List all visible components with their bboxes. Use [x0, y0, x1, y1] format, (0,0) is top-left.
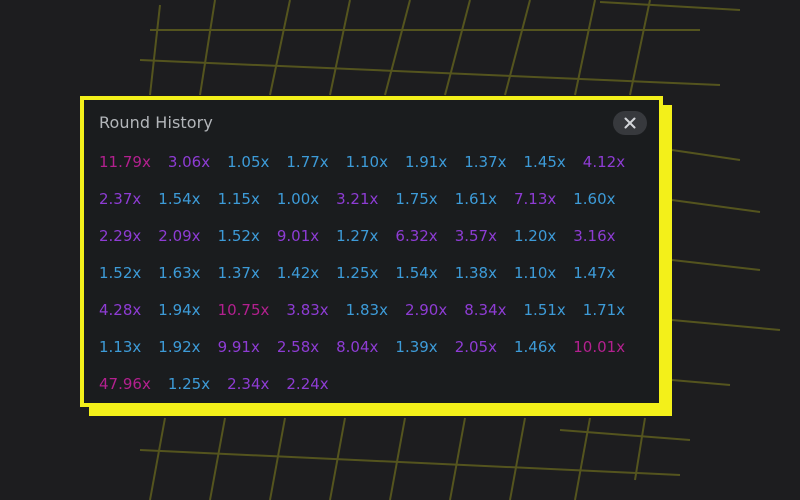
multiplier-value: 1.46x — [513, 338, 557, 356]
multiplier-value: 2.09x — [158, 227, 201, 245]
multiplier-value: 10.01x — [573, 338, 626, 356]
multiplier-row: 47.96x 1.25x 2.34x 2.24x — [99, 374, 639, 411]
multiplier-value: 3.83x — [286, 301, 329, 319]
multiplier-row: 1.13x 1.92x 9.91x 2.58x 8.04x 1.39x 2.05x 1.46x… — [99, 337, 639, 374]
multiplier-value: 3.57x — [454, 227, 497, 245]
multiplier-value: 1.25x — [336, 264, 379, 282]
multiplier-value: 1.91x — [404, 153, 448, 171]
multiplier-value: 1.37x — [217, 264, 260, 282]
multiplier-value: 1.47x — [573, 264, 616, 282]
multiplier-value: 1.52x — [99, 264, 142, 282]
multiplier-value: 4.12x — [582, 153, 626, 171]
multiplier-row: 11.79x 3.06x 1.05x 1.77x 1.10x 1.91x 1.37x 1.45… — [99, 152, 639, 189]
multiplier-value: 1.54x — [158, 190, 201, 208]
close-icon — [624, 117, 636, 129]
multiplier-value: 8.04x — [336, 338, 379, 356]
multiplier-value: 3.06x — [167, 153, 211, 171]
multiplier-value: 1.27x — [336, 227, 379, 245]
multiplier-value: 1.77x — [286, 153, 329, 171]
multiplier-grid: 11.79x 3.06x 1.05x 1.77x 1.10x 1.91x 1.37x 1.45… — [99, 152, 639, 411]
round-history-panel: Round History 11.79x 3.06x 1.05x 1.77x 1.10x… — [80, 96, 663, 407]
multiplier-value: 7.13x — [513, 190, 557, 208]
multiplier-value: 11.79x — [99, 153, 151, 171]
multiplier-value: 1.42x — [276, 264, 320, 282]
multiplier-value: 2.58x — [276, 338, 320, 356]
multiplier-value: 2.34x — [227, 375, 270, 393]
multiplier-value: 1.13x — [99, 338, 142, 356]
panel-title: Round History — [99, 113, 213, 132]
multiplier-value: 3.21x — [336, 190, 379, 208]
multiplier-value: 1.51x — [523, 301, 566, 319]
multiplier-value: 1.60x — [573, 190, 616, 208]
multiplier-value: 1.25x — [167, 375, 211, 393]
multiplier-value: 1.15x — [217, 190, 260, 208]
multiplier-value: 1.83x — [345, 301, 388, 319]
multiplier-value: 1.94x — [158, 301, 201, 319]
multiplier-value: 1.39x — [395, 338, 438, 356]
multiplier-value: 1.05x — [227, 153, 270, 171]
multiplier-value: 10.75x — [217, 301, 270, 319]
multiplier-value: 9.01x — [276, 227, 320, 245]
multiplier-value: 1.20x — [513, 227, 557, 245]
multiplier-value: 47.96x — [99, 375, 151, 393]
multiplier-value: 8.34x — [464, 301, 507, 319]
multiplier-value: 6.32x — [395, 227, 438, 245]
multiplier-value: 1.37x — [464, 153, 507, 171]
multiplier-value: 1.38x — [454, 264, 497, 282]
multiplier-value: 1.63x — [158, 264, 201, 282]
multiplier-value: 1.00x — [276, 190, 320, 208]
multiplier-value: 2.90x — [404, 301, 448, 319]
multiplier-value: 1.92x — [158, 338, 201, 356]
multiplier-value: 3.16x — [573, 227, 616, 245]
multiplier-value: 1.75x — [395, 190, 438, 208]
multiplier-row: 2.29x 2.09x 1.52x 9.01x 1.27x 6.32x 3.57x 1.20x… — [99, 226, 639, 263]
close-button[interactable] — [613, 111, 647, 135]
multiplier-row: 4.28x 1.94x 10.75x 3.83x 1.83x 2.90x 8.34x 1.51… — [99, 300, 639, 337]
multiplier-value: 2.37x — [99, 190, 142, 208]
multiplier-value: 1.10x — [513, 264, 557, 282]
multiplier-value: 1.10x — [345, 153, 388, 171]
multiplier-value: 1.71x — [582, 301, 626, 319]
multiplier-value: 4.28x — [99, 301, 142, 319]
multiplier-row: 1.52x 1.63x 1.37x 1.42x 1.25x 1.54x 1.38x 1.10x… — [99, 263, 639, 300]
multiplier-value: 1.61x — [454, 190, 497, 208]
multiplier-value: 2.05x — [454, 338, 497, 356]
multiplier-value: 1.54x — [395, 264, 438, 282]
multiplier-value: 9.91x — [217, 338, 260, 356]
multiplier-value: 1.52x — [217, 227, 260, 245]
multiplier-value: 2.24x — [286, 375, 329, 393]
multiplier-value: 2.29x — [99, 227, 142, 245]
multiplier-row: 2.37x 1.54x 1.15x 1.00x 3.21x 1.75x 1.61x 7.13x… — [99, 189, 639, 226]
multiplier-value: 1.45x — [523, 153, 566, 171]
